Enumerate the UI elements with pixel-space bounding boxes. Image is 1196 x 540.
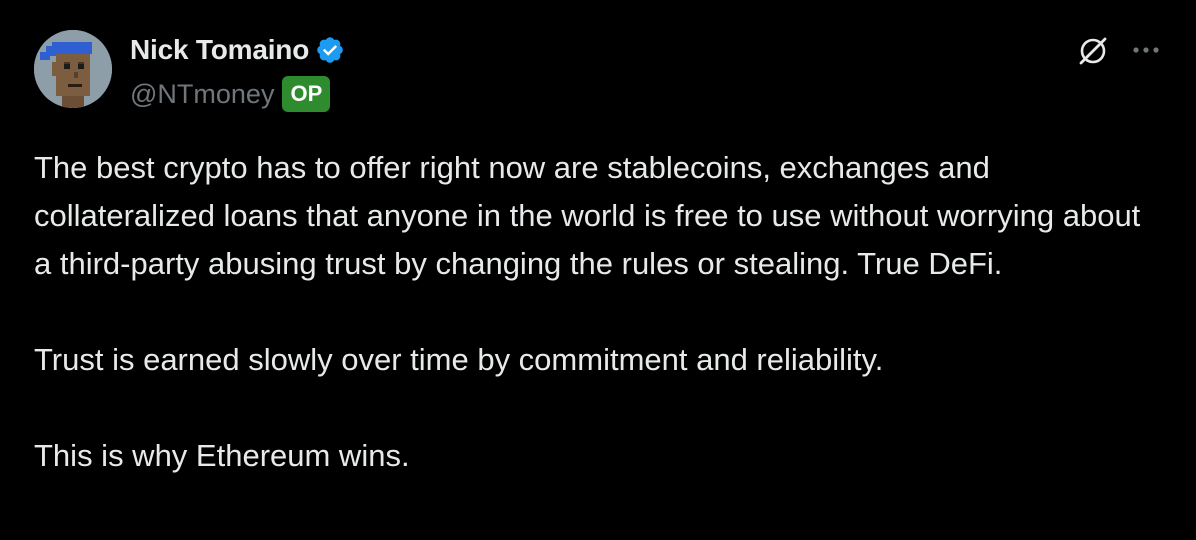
author-name-row: Nick Tomaino xyxy=(130,32,345,68)
cryptopunk-avatar-icon xyxy=(34,30,112,108)
author-handle-row: @NTmoney OP xyxy=(130,74,331,114)
verified-badge-icon xyxy=(315,35,345,65)
tweet-paragraph-3: This is why Ethereum wins. xyxy=(34,438,410,473)
more-options-icon[interactable] xyxy=(1128,38,1164,62)
author-display-name[interactable]: Nick Tomaino xyxy=(130,34,309,66)
grok-icon[interactable] xyxy=(1076,34,1110,68)
avatar[interactable] xyxy=(34,30,112,108)
tweet-paragraph-1: The best crypto has to offer right now a… xyxy=(34,150,1141,281)
tweet-paragraph-2: Trust is earned slowly over time by comm… xyxy=(34,342,884,377)
op-badge: OP xyxy=(282,76,331,112)
author-handle[interactable]: @NTmoney xyxy=(130,79,274,110)
tweet-card: Nick Tomaino @NTmoney OP The best crypto… xyxy=(0,0,1196,540)
tweet-text: The best crypto has to offer right now a… xyxy=(34,144,1164,480)
